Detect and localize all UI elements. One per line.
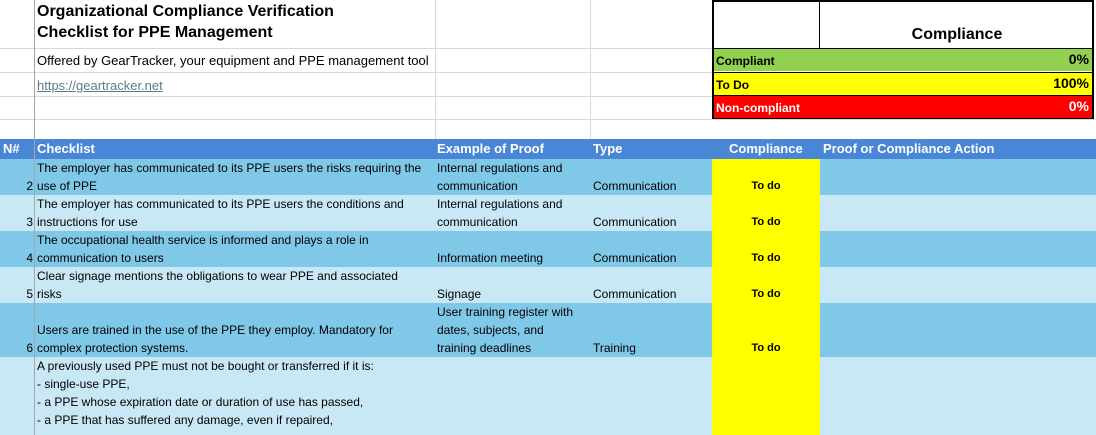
table-header: N# Checklist Example of Proof Type Compl…	[0, 139, 1096, 159]
grid-line	[0, 96, 712, 97]
grid-line	[0, 119, 1096, 120]
compliance-summary-header: Compliance	[712, 0, 1094, 48]
table-row[interactable]: 4 The occupational health service is inf…	[0, 231, 1096, 267]
compliance-status[interactable]: To do	[712, 285, 820, 303]
table-row[interactable]: A previously used PPE must not be bought…	[0, 357, 1096, 435]
column-header-checklist[interactable]: Checklist	[37, 141, 95, 156]
summary-row-compliant: Compliant 0%	[714, 48, 1092, 71]
page-title-line2: Checklist for PPE Management	[37, 24, 273, 41]
compliance-status[interactable]: To do	[712, 339, 820, 357]
website-link[interactable]: https://geartracker.net	[37, 77, 163, 95]
page-title: Organizational Compliance Verification	[37, 3, 334, 20]
compliance-status[interactable]: To do	[712, 249, 820, 267]
column-header-proof[interactable]: Example of Proof	[437, 141, 544, 156]
subtitle: Offered by GearTracker, your equipment a…	[37, 53, 429, 68]
grid-line	[0, 48, 712, 49]
frozen-pane-divider	[34, 0, 35, 435]
summary-row-todo: To Do 100%	[714, 72, 1092, 95]
compliance-status[interactable]: To do	[712, 213, 820, 231]
table-row[interactable]: 6 Users are trained in the use of the PP…	[0, 303, 1096, 357]
column-header-compliance[interactable]: Compliance	[729, 141, 803, 156]
table-row[interactable]: 3 The employer has communicated to its P…	[0, 195, 1096, 231]
table-row[interactable]: 2 The employer has communicated to its P…	[0, 159, 1096, 195]
column-header-action[interactable]: Proof or Compliance Action	[823, 141, 994, 156]
compliance-status[interactable]: To do	[712, 177, 820, 195]
table-row[interactable]: 5 Clear signage mentions the obligations…	[0, 267, 1096, 303]
column-header-type[interactable]: Type	[593, 141, 622, 156]
column-header-number[interactable]: N#	[3, 141, 20, 156]
grid-line	[0, 72, 712, 73]
summary-row-noncompliant: Non-compliant 0%	[714, 95, 1092, 118]
compliance-heading: Compliance	[911, 26, 1003, 43]
